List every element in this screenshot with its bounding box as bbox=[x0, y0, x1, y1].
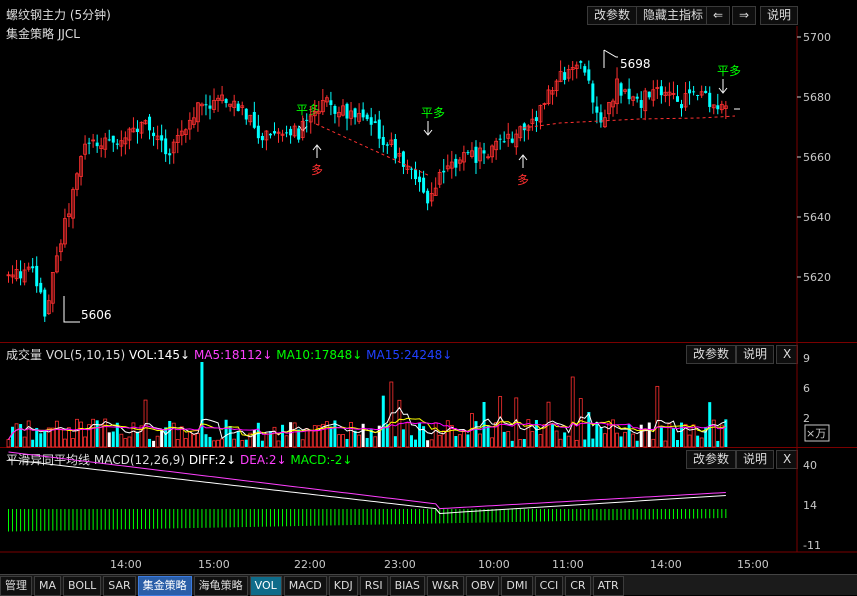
volume-value: VOL:145↓ bbox=[128, 348, 191, 362]
macd-diff: DIFF:2↓ bbox=[188, 453, 237, 467]
tab-7[interactable]: MACD bbox=[283, 576, 327, 596]
help-button[interactable]: 说明 bbox=[760, 6, 799, 25]
volume-ma5: MA5:18112↓ bbox=[193, 348, 273, 362]
tab-5[interactable]: 海龟策略 bbox=[193, 576, 248, 596]
tab-6[interactable]: VOL bbox=[249, 576, 282, 596]
time-axis-label: 22:00 bbox=[294, 558, 326, 571]
volume-ma10: MA10:17848↓ bbox=[276, 348, 363, 362]
volume-params: VOL(5,10,15) bbox=[45, 348, 126, 362]
time-axis-label: 11:00 bbox=[552, 558, 584, 571]
macd-macd: MACD:-2↓ bbox=[290, 453, 353, 467]
tab-14[interactable]: CCI bbox=[534, 576, 564, 596]
macd-close-icon[interactable]: X bbox=[776, 450, 799, 469]
tab-4[interactable]: 集金策略 bbox=[137, 576, 192, 596]
arrow-left-icon[interactable]: ⇐ bbox=[706, 6, 731, 25]
arrow-right-icon[interactable]: ⇒ bbox=[732, 6, 757, 25]
time-axis-label: 14:00 bbox=[650, 558, 682, 571]
tab-3[interactable]: SAR bbox=[103, 576, 136, 596]
macd-panel: 平滑异同平均线 MACD(12,26,9) DIFF:2↓ DEA:2↓ MAC… bbox=[0, 447, 857, 553]
time-axis-label: 14:00 bbox=[110, 558, 142, 571]
tab-9[interactable]: RSI bbox=[359, 576, 388, 596]
time-axis-label: 15:00 bbox=[198, 558, 230, 571]
volume-modify-params-button[interactable]: 改参数 bbox=[686, 345, 737, 364]
hide-main-indicator-button[interactable]: 隐藏主指标 bbox=[636, 6, 711, 25]
tab-12[interactable]: OBV bbox=[466, 576, 500, 596]
volume-close-icon[interactable]: X bbox=[776, 345, 799, 364]
volume-name: 成交量 bbox=[6, 348, 43, 362]
macd-name: 平滑异同平均线 bbox=[6, 453, 91, 467]
tab-10[interactable]: BIAS bbox=[389, 576, 425, 596]
tab-8[interactable]: KDJ bbox=[328, 576, 358, 596]
tab-13[interactable]: DMI bbox=[501, 576, 533, 596]
tab-16[interactable]: ATR bbox=[592, 576, 624, 596]
chart-title: 螺纹钢主力 (5分钟) bbox=[6, 8, 111, 22]
volume-help-button[interactable]: 说明 bbox=[736, 345, 775, 364]
macd-help-button[interactable]: 说明 bbox=[736, 450, 775, 469]
tab-0[interactable]: 管理 bbox=[0, 576, 32, 596]
strategy-label: 集金策略 JJCL bbox=[6, 27, 80, 41]
tab-11[interactable]: W&R bbox=[426, 576, 464, 596]
volume-ma15: MA15:24248↓ bbox=[366, 348, 453, 362]
macd-params: MACD(12,26,9) bbox=[93, 453, 185, 467]
macd-legend: 平滑异同平均线 MACD(12,26,9) DIFF:2↓ DEA:2↓ MAC… bbox=[6, 451, 352, 468]
volume-panel: 成交量 VOL(5,10,15) VOL:145↓ MA5:18112↓ MA1… bbox=[0, 342, 857, 448]
macd-modify-params-button[interactable]: 改参数 bbox=[686, 450, 737, 469]
tab-15[interactable]: CR bbox=[565, 576, 591, 596]
tab-2[interactable]: BOLL bbox=[63, 576, 102, 596]
time-axis-label: 23:00 bbox=[384, 558, 416, 571]
time-axis-label: 15:00 bbox=[737, 558, 769, 571]
time-axis-label: 10:00 bbox=[478, 558, 510, 571]
modify-params-button[interactable]: 改参数 bbox=[587, 6, 638, 25]
price-panel: 螺纹钢主力 (5分钟) 集金策略 JJCL 改参数 隐藏主指标 ⇐ ⇒ 说明 bbox=[0, 0, 857, 342]
tab-1[interactable]: MA bbox=[34, 576, 62, 596]
indicator-tab-bar: 管理 MA BOLL SAR 集金策略 海龟策略 VOL MACD KDJ RSI BIAS W&R O… bbox=[0, 574, 857, 596]
volume-legend: 成交量 VOL(5,10,15) VOL:145↓ MA5:18112↓ MA1… bbox=[6, 346, 452, 363]
macd-dea: DEA:2↓ bbox=[240, 453, 287, 467]
